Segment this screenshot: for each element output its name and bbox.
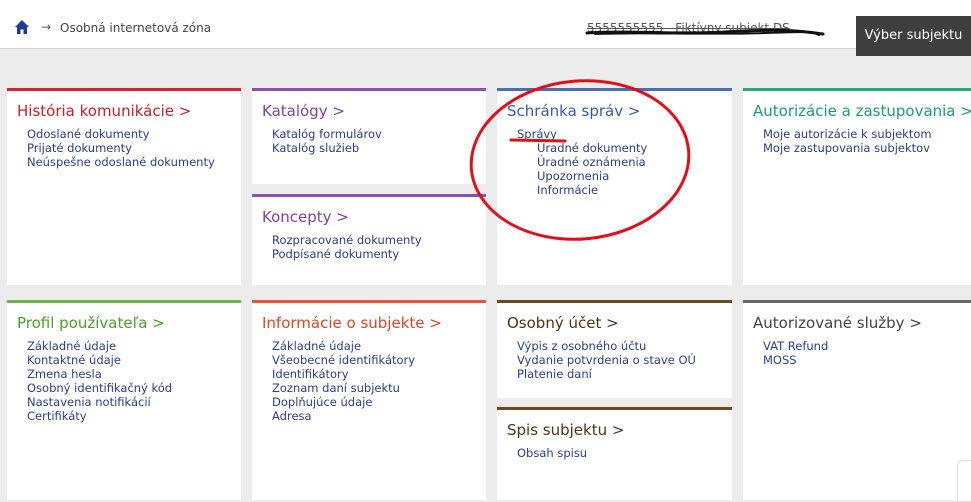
- chat-widget-tab[interactable]: [957, 460, 971, 502]
- tile-title-historia[interactable]: História komunikácie >: [17, 102, 191, 120]
- link-vydanie-potvrdenia[interactable]: Vydanie potvrdenia o stave OÚ: [517, 353, 696, 367]
- tile-osobny-ucet: Osobný účet > Výpis z osobného účtu Vyda…: [497, 300, 732, 398]
- top-strip: [0, 0, 971, 8]
- link-identifikatory[interactable]: Identifikátory: [272, 367, 349, 381]
- link-vat-refund[interactable]: VAT Refund: [763, 339, 828, 353]
- autorizacie-links: Moje autorizácie k subjektom Moje zastup…: [763, 127, 932, 155]
- tile-autorizovane-sluzby: Autorizované služby > VAT Refund MOSS: [743, 300, 971, 500]
- informacie-links: Základné údaje Všeobecné identifikátory …: [272, 339, 415, 423]
- tile-katalogy: Katalógy > Katalóg formulárov Katalóg sl…: [252, 88, 486, 184]
- link-uradne-dokumenty[interactable]: Úradné dokumenty: [537, 141, 647, 155]
- link-vseobecne-identifikatory[interactable]: Všeobecné identifikátory: [272, 353, 415, 367]
- tile-historia-komunikacie: História komunikácie > Odoslané dokument…: [7, 88, 241, 285]
- select-subject-button[interactable]: Výber subjektu: [856, 16, 971, 56]
- tile-schranka-sprav: Schránka správ > Správy Úradné dokumenty…: [497, 88, 732, 285]
- tile-spis-subjektu: Spis subjektu > Obsah spisu: [497, 407, 732, 500]
- tile-profil-pouzivatela: Profil používateľa > Základné údaje Kont…: [7, 300, 241, 500]
- redaction-scribble: [585, 28, 825, 36]
- link-zoznam-dani[interactable]: Zoznam daní subjektu: [272, 381, 400, 395]
- tile-title-spis[interactable]: Spis subjektu >: [507, 421, 624, 439]
- tile-informacie-o-subjekte: Informácie o subjekte > Základné údaje V…: [252, 300, 486, 500]
- link-adresa[interactable]: Adresa: [272, 409, 312, 423]
- link-informacie[interactable]: Informácie: [537, 183, 598, 197]
- tile-title-koncepty[interactable]: Koncepty >: [262, 208, 349, 226]
- tile-title-profil[interactable]: Profil používateľa >: [17, 314, 165, 332]
- link-spravy[interactable]: Správy: [517, 127, 557, 141]
- link-odoslane-dokumenty[interactable]: Odoslané dokumenty: [27, 127, 149, 141]
- profil-links: Základné údaje Kontaktné údaje Zmena hes…: [27, 339, 172, 423]
- tile-title-autorizovane[interactable]: Autorizované služby >: [753, 314, 922, 332]
- link-prijate-dokumenty[interactable]: Prijaté dokumenty: [27, 141, 132, 155]
- link-certifikaty[interactable]: Certifikáty: [27, 409, 87, 423]
- link-neuspesne-odoslane[interactable]: Neúspešne odoslané dokumenty: [27, 155, 215, 169]
- link-moje-autorizacie[interactable]: Moje autorizácie k subjektom: [763, 127, 932, 141]
- tile-autorizacie: Autorizácie a zastupovania > Moje autori…: [743, 88, 971, 285]
- breadcrumb-bar: → Osobná internetová zóna 5555555555 - F…: [0, 8, 971, 56]
- tile-koncepty: Koncepty > Rozpracované dokumenty Podpís…: [252, 194, 486, 285]
- spis-links: Obsah spisu: [517, 446, 587, 460]
- tile-title-katalogy[interactable]: Katalógy >: [262, 102, 345, 120]
- tile-title-schranka[interactable]: Schránka správ >: [507, 102, 640, 120]
- koncepty-links: Rozpracované dokumenty Podpísané dokumen…: [272, 233, 422, 261]
- link-uradne-oznamenia[interactable]: Úradné oznámenia: [537, 155, 646, 169]
- breadcrumb-link[interactable]: Osobná internetová zóna: [60, 21, 211, 35]
- link-kontaktne-udaje[interactable]: Kontaktné údaje: [27, 353, 121, 367]
- link-moje-zastupovania[interactable]: Moje zastupovania subjektov: [763, 141, 930, 155]
- tile-title-autorizacie[interactable]: Autorizácie a zastupovania >: [753, 102, 971, 120]
- link-podpisane-dokumenty[interactable]: Podpísané dokumenty: [272, 247, 399, 261]
- link-upozornenia[interactable]: Upozornenia: [537, 169, 609, 183]
- osobny-ucet-links: Výpis z osobného účtu Vydanie potvrdenia…: [517, 339, 696, 381]
- link-zakladne-udaje[interactable]: Základné údaje: [27, 339, 116, 353]
- link-zmena-hesla[interactable]: Zmena hesla: [27, 367, 102, 381]
- katalogy-links: Katalóg formulárov Katalóg služieb: [272, 127, 382, 155]
- link-doplnujuce-udaje[interactable]: Doplňujúce údaje: [272, 395, 372, 409]
- link-moss[interactable]: MOSS: [763, 353, 797, 367]
- link-nastavenia-notifikacii[interactable]: Nastavenia notifikácií: [27, 395, 151, 409]
- link-rozpracovane-dokumenty[interactable]: Rozpracované dokumenty: [272, 233, 422, 247]
- schranka-links: Správy Úradné dokumenty Úradné oznámenia…: [517, 127, 647, 197]
- historia-links: Odoslané dokumenty Prijaté dokumenty Neú…: [27, 127, 215, 169]
- tile-title-informacie[interactable]: Informácie o subjekte >: [262, 314, 442, 332]
- autorizovane-links: VAT Refund MOSS: [763, 339, 828, 367]
- link-platenie-dani[interactable]: Platenie daní: [517, 367, 592, 381]
- link-katalog-sluzieb[interactable]: Katalóg služieb: [272, 141, 359, 155]
- link-osobny-identifikacny-kod[interactable]: Osobný identifikačný kód: [27, 381, 172, 395]
- link-katalog-formularov[interactable]: Katalóg formulárov: [272, 127, 382, 141]
- link-obsah-spisu[interactable]: Obsah spisu: [517, 446, 587, 460]
- link-vypis-z-uctu[interactable]: Výpis z osobného účtu: [517, 339, 646, 353]
- link-subjekt-zakladne-udaje[interactable]: Základné údaje: [272, 339, 361, 353]
- tile-title-osobny-ucet[interactable]: Osobný účet >: [507, 314, 619, 332]
- breadcrumb-arrow-icon: →: [41, 20, 52, 34]
- home-icon[interactable]: [14, 19, 30, 35]
